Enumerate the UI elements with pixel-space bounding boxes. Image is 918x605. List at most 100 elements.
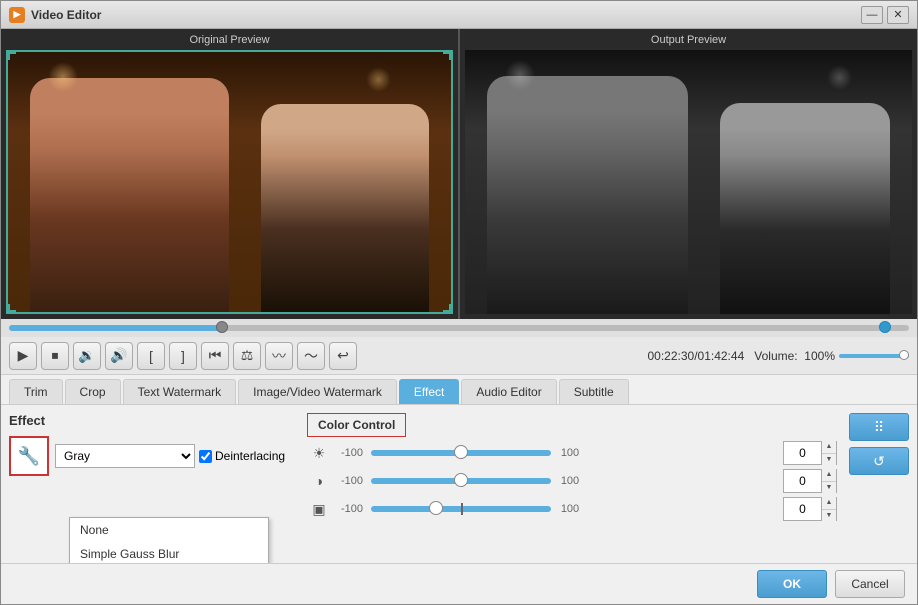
spectrum-button[interactable]: 〜	[297, 342, 325, 370]
effect-section-label: Effect	[9, 413, 299, 428]
contrast-up[interactable]: ▲	[822, 469, 836, 482]
effect-icon: 🔧	[18, 446, 40, 467]
brightness-max: 100	[555, 447, 585, 459]
contrast-spinbox-btns: ▲ ▼	[822, 469, 836, 493]
main-window: ▶ Video Editor — ✕ Original Preview	[0, 0, 918, 605]
timeline-end-thumb[interactable]	[879, 321, 891, 333]
contrast-slider[interactable]	[371, 478, 551, 484]
corner-br	[443, 304, 451, 312]
deinterlace-checkbox[interactable]	[199, 450, 212, 463]
minimize-button[interactable]: —	[861, 6, 883, 24]
saturation-min: -100	[337, 503, 367, 515]
saturation-up[interactable]: ▲	[822, 497, 836, 510]
brightness-slider-content: -100 100	[337, 447, 777, 459]
timeline-bar[interactable]	[9, 325, 909, 331]
original-preview-pane: Original Preview	[1, 29, 458, 319]
timeline-progress	[9, 325, 225, 331]
mark-out-button[interactable]: ]	[169, 342, 197, 370]
ok-button[interactable]: OK	[757, 570, 827, 598]
saturation-down[interactable]: ▼	[822, 510, 836, 522]
contrast-spinbox: 0 ▲ ▼	[783, 469, 837, 493]
right-panel: Color Control ☀ -100 100	[307, 413, 909, 555]
menu-item-none[interactable]: None	[70, 518, 268, 542]
waveform-button[interactable]: 〰	[265, 342, 293, 370]
vol-up-button[interactable]: 🔊	[105, 342, 133, 370]
brightness-slider[interactable]	[371, 450, 551, 456]
contrast-icon: ◑	[307, 473, 331, 489]
brightness-up[interactable]: ▲	[822, 441, 836, 454]
contrast-slider-content: -100 100	[337, 475, 777, 487]
menu-item-gauss[interactable]: Simple Gauss Blur	[70, 542, 268, 563]
contrast-max: 100	[555, 475, 585, 487]
tab-effect[interactable]: Effect	[399, 379, 459, 404]
bottom-bar: OK Cancel	[1, 563, 917, 604]
close-button[interactable]: ✕	[887, 6, 909, 24]
saturation-thumb[interactable]	[429, 501, 443, 515]
contrast-down[interactable]: ▼	[822, 482, 836, 494]
tab-image-video-watermark[interactable]: Image/Video Watermark	[238, 379, 397, 404]
reset-button[interactable]: ↺	[849, 447, 909, 475]
original-scene	[8, 52, 451, 312]
brightness-spinbox: 0 ▲ ▼	[783, 441, 837, 465]
original-preview-frame	[6, 50, 453, 314]
play-button[interactable]: ▶	[9, 342, 37, 370]
contrast-row: ◑ -100 100 0 ▲	[307, 469, 837, 493]
corner-tl	[8, 52, 16, 60]
cancel-button[interactable]: Cancel	[835, 570, 905, 598]
tab-subtitle[interactable]: Subtitle	[559, 379, 629, 404]
tabs-section: Trim Crop Text Watermark Image/Video Wat…	[1, 375, 917, 405]
corner-tr	[443, 52, 451, 60]
effect-icon-box: 🔧	[9, 436, 49, 476]
title-bar: ▶ Video Editor — ✕	[1, 1, 917, 29]
window-controls: — ✕	[861, 6, 909, 24]
stop-button[interactable]: ⏹	[41, 342, 69, 370]
output-preview-label: Output Preview	[651, 34, 726, 46]
brightness-row: ☀ -100 100 0 ▲	[307, 441, 837, 465]
reset-icon: ↺	[873, 453, 885, 470]
timeline-thumb[interactable]	[216, 321, 228, 333]
color-control-label: Color Control	[307, 413, 406, 437]
contrast-thumb[interactable]	[454, 473, 468, 487]
saturation-slider[interactable]	[371, 506, 551, 512]
tab-text-watermark[interactable]: Text Watermark	[123, 379, 237, 404]
dropdown-container: Gray Deinterlacing	[55, 444, 285, 468]
saturation-spinbox: 0 ▲ ▼	[783, 497, 837, 521]
playback-controls: ▶ ⏹ 🔉 🔊 [ ] ⏮ ⚖ 〰 〜 ↩ 00:22:30/01:42:44 …	[1, 337, 917, 375]
brightness-down[interactable]: ▼	[822, 454, 836, 466]
brightness-spinbox-btns: ▲ ▼	[822, 441, 836, 465]
deinterlace-label: Deinterlacing	[215, 449, 285, 463]
tab-crop[interactable]: Crop	[65, 379, 121, 404]
tab-audio-editor[interactable]: Audio Editor	[461, 379, 556, 404]
dropdown-row: Gray Deinterlacing	[55, 444, 285, 468]
contrast-value: 0	[784, 469, 822, 493]
effect-dropdown[interactable]: Gray	[55, 444, 195, 468]
volume-thumb[interactable]	[899, 350, 909, 360]
deinterlace-check: Deinterlacing	[199, 449, 285, 463]
scale-button[interactable]: ⚖	[233, 342, 261, 370]
brightness-thumb[interactable]	[454, 445, 468, 459]
saturation-spinbox-btns: ▲ ▼	[822, 497, 836, 521]
undo-button[interactable]: ↩	[329, 342, 357, 370]
grid-icon: ⠿	[874, 419, 884, 436]
mark-in-button[interactable]: [	[137, 342, 165, 370]
contrast-min: -100	[337, 475, 367, 487]
output-preview-pane: Output Preview	[460, 29, 917, 319]
left-panel: Effect 🔧 Gray Deinterlacing	[9, 413, 299, 555]
brightness-value: 0	[784, 441, 822, 465]
original-preview-label: Original Preview	[189, 34, 269, 46]
output-scene	[465, 50, 912, 314]
vol-down-button[interactable]: 🔉	[73, 342, 101, 370]
side-buttons: ⠿ ↺	[849, 413, 909, 475]
saturation-slider-content: -100 100	[337, 503, 777, 515]
volume-slider[interactable]	[839, 354, 909, 358]
tab-trim[interactable]: Trim	[9, 379, 63, 404]
preview-section: Original Preview Output Pre	[1, 29, 917, 319]
window-title: Video Editor	[31, 8, 861, 22]
grid-button[interactable]: ⠿	[849, 413, 909, 441]
prev-frame-button[interactable]: ⏮	[201, 342, 229, 370]
timeline-section[interactable]	[1, 319, 917, 337]
brightness-icon: ☀	[307, 445, 331, 462]
effect-controls: 🔧 Gray Deinterlacing	[9, 436, 299, 476]
saturation-row: ▣ -100 100 0 ▲	[307, 497, 837, 521]
volume-control[interactable]	[839, 354, 909, 358]
